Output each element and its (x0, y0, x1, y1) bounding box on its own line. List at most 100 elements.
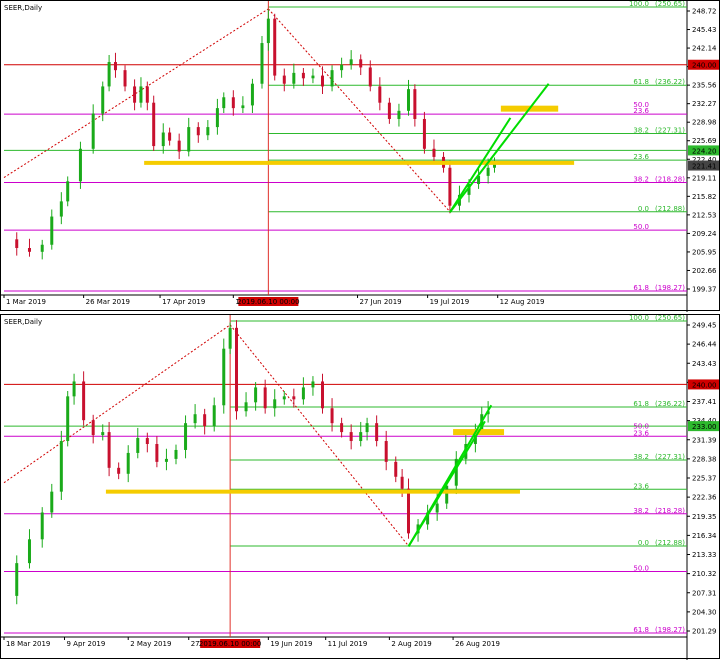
fib-price-label: (236.22) (655, 78, 685, 86)
fib-pct-label: 38.2 (633, 127, 649, 135)
candle-body (365, 423, 369, 433)
fib-price-label: (218.28) (655, 507, 685, 515)
candle-body (311, 75, 315, 79)
candle-body (212, 405, 216, 427)
candle-body (282, 396, 286, 400)
price-label-text: 224.20 (692, 147, 717, 155)
candle-body (260, 43, 264, 84)
candle-body (174, 449, 178, 459)
candle-body (330, 408, 334, 424)
candle-body (273, 18, 277, 76)
price-tick-label: 207.31 (692, 589, 717, 597)
candle-body (406, 488, 410, 534)
candle-body (349, 432, 353, 442)
candle-body (435, 503, 439, 513)
trendline-0 (449, 83, 550, 213)
support-zone-0 (105, 489, 520, 494)
fib-price-label: (227.31) (655, 127, 685, 135)
candle-body (321, 75, 324, 87)
fib-pct-label: 38.2 (633, 507, 649, 515)
fib-swing-line-1 (229, 324, 409, 547)
candle-body (321, 381, 324, 409)
fib-price-label: (198.27) (655, 626, 685, 634)
price-label-text: 233.00 (692, 423, 717, 431)
fib-price-label: (250.65) (655, 1, 685, 8)
date-tick-label: 26 Aug 2019 (455, 640, 500, 648)
fib-pct-label: 61.8 (633, 626, 649, 634)
candle-body (378, 86, 382, 103)
fib-pct-label: 23.6 (633, 107, 649, 115)
date-tick-label: 1 Mar 2019 (6, 298, 46, 306)
fib-pct-label: 100.0 (629, 315, 649, 322)
trendline-1 (407, 420, 486, 547)
price-tick-label: 235.56 (692, 82, 717, 90)
candle-body (59, 441, 63, 492)
candle-body (168, 132, 172, 141)
candle-body (292, 396, 296, 400)
fib-pct-label: 0.0 (638, 205, 649, 213)
chart-panel-top[interactable]: SEER,Daily 100.0 (250.65) 61.8 (236.22) 50.0 2… (0, 0, 720, 312)
price-tick-label: 246.44 (692, 341, 717, 349)
candle-body (72, 381, 76, 397)
date-tick-label: 12 Aug 2019 (500, 298, 545, 306)
candle-body (27, 539, 31, 564)
price-tick-label: 202.66 (692, 267, 717, 275)
candle-body (231, 97, 235, 109)
candle-body (187, 127, 191, 152)
chart-panel-bottom[interactable]: SEER,Daily 100.0 (250.65) 61.8 (236.22) 50.0 2… (0, 314, 720, 660)
fib-pct-label: 0.0 (638, 539, 649, 547)
price-tick-label: 216.34 (692, 532, 717, 540)
fib-price-label: (218.28) (655, 176, 685, 184)
price-tick-label: 225.69 (692, 137, 717, 145)
candle-body (177, 140, 181, 152)
candle-body (448, 167, 452, 206)
candle-body (155, 444, 159, 462)
candle-body (215, 108, 219, 128)
price-tick-label: 243.43 (692, 360, 717, 368)
fib-pct-label: 61.8 (633, 284, 649, 292)
candle-body (66, 396, 70, 442)
support-zone-0 (144, 160, 575, 165)
candle-body (126, 452, 130, 474)
candle-body (400, 476, 404, 489)
candle-body (203, 414, 207, 427)
fib-price-label: (227.31) (655, 453, 685, 461)
candle-body (397, 110, 401, 119)
candle-body (40, 244, 44, 252)
candle-body (222, 348, 226, 406)
candle-body (375, 423, 379, 442)
candle-body (152, 102, 156, 147)
candle-body (50, 216, 54, 245)
symbol-label: SEER,Daily (4, 318, 42, 326)
candle-body (193, 414, 197, 424)
candle-body (15, 239, 19, 249)
price-tick-label: 228.38 (692, 455, 717, 463)
candle-body (250, 83, 254, 106)
candle-body (368, 67, 372, 87)
fib-swing-line-1 (267, 8, 451, 213)
candle-body (91, 420, 95, 436)
candle-body (406, 89, 410, 111)
candle-body (107, 432, 111, 468)
candle-body (66, 181, 70, 202)
candle-body (387, 102, 391, 119)
fib-price-label: (212.88) (655, 539, 685, 547)
fib-pct-label: 38.2 (633, 176, 649, 184)
symbol-label: SEER,Daily (4, 4, 42, 12)
candle-body (161, 132, 165, 147)
price-tick-label: 249.45 (692, 322, 717, 330)
price-tick-label: 205.95 (692, 248, 717, 256)
fib-swing-line-0 (3, 8, 269, 178)
candle-body (78, 148, 82, 182)
price-tick-label: 215.82 (692, 193, 717, 201)
candle-body (145, 86, 149, 103)
date-tick-label: 2 May 2019 (130, 640, 171, 648)
candle-body (254, 387, 258, 403)
candle-body (292, 72, 296, 84)
candle-body (222, 97, 226, 109)
candle-body (139, 86, 143, 103)
price-tick-label: 242.14 (692, 45, 717, 53)
price-tick-label: 201.29 (692, 628, 717, 636)
fib-pct-label: 23.6 (633, 482, 649, 490)
fib-pct-label: 100.0 (629, 1, 649, 8)
